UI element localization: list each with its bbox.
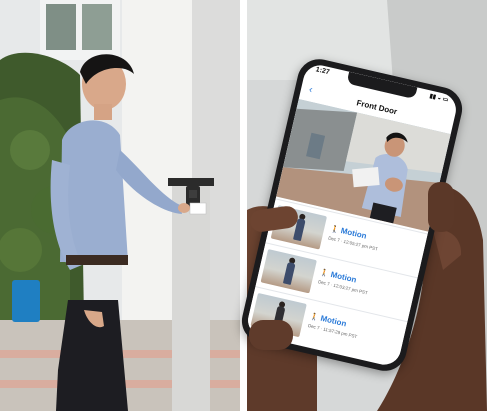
photo-access-reader — [0, 0, 240, 411]
status-time: 1:27 — [314, 66, 331, 77]
right-finger — [428, 182, 454, 232]
signal-battery-icon: ▮▮ ◒ ▭ — [428, 93, 449, 104]
walking-person-icon: 🚶 — [329, 225, 340, 235]
access-reader-scene — [0, 0, 240, 411]
walking-person-icon: 🚶 — [319, 269, 330, 279]
event-thumbnail — [260, 249, 317, 294]
palm — [249, 320, 293, 350]
walking-person-icon: 🚶 — [309, 313, 320, 323]
